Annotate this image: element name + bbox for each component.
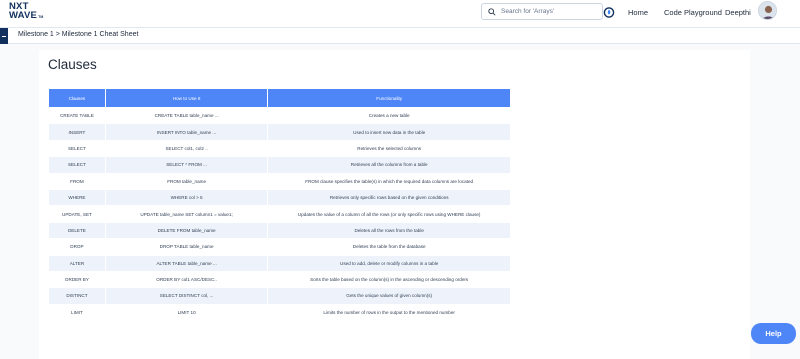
table-cell: WHERE col > 5 bbox=[105, 189, 268, 206]
streak-icon[interactable] bbox=[603, 6, 615, 18]
table-cell: DROP TABLE table_name bbox=[105, 239, 268, 255]
table-cell: DELETE bbox=[49, 222, 105, 239]
table-row: UPDATE, SET UPDATE table_name SET column1… bbox=[49, 206, 510, 222]
table-row: LIMIT LIMIT 10 Limits the number of rows i… bbox=[49, 304, 510, 321]
breadcrumb-bar: Milestone 1 > Milestone 1 Cheat Sheet bbox=[0, 28, 800, 44]
logo-tm: TM bbox=[38, 15, 44, 19]
table-row: DISTINCT SELECT DISTINCT col, ... Gets the… bbox=[49, 288, 510, 304]
section-title: Clauses bbox=[48, 57, 97, 72]
table-cell: INSERT INTO table_name ... bbox=[105, 124, 268, 140]
clauses-table: Clauses How to Use It Functionality CREA… bbox=[48, 88, 511, 321]
nav-code-playground-link[interactable]: Code Playground bbox=[664, 8, 722, 17]
table-cell: Deletes all the rows from the table bbox=[268, 222, 510, 239]
nav-home-link[interactable]: Home bbox=[628, 8, 648, 17]
table-cell: WHERE bbox=[49, 189, 105, 206]
search-icon bbox=[488, 7, 496, 16]
column-header-clauses: Clauses bbox=[49, 89, 105, 107]
avatar-icon bbox=[759, 2, 776, 19]
table-cell: Used to insert new data in the table bbox=[268, 124, 510, 140]
table-row: ALTER ALTER TABLE table_name ... Used to a… bbox=[49, 255, 510, 271]
table-cell: UPDATE, SET bbox=[49, 206, 105, 222]
table-row: ORDER BY ORDER BY col1 ASC/DESC.. Sorts th… bbox=[49, 271, 510, 288]
table-cell: INSERT bbox=[49, 124, 105, 140]
table-cell: SELECT * FROM ... bbox=[105, 157, 268, 173]
table-cell: SELECT bbox=[49, 157, 105, 173]
table-row: CREATE TABLE CREATE TABLE table_name ... C… bbox=[49, 108, 510, 124]
table-header-row: Clauses How to Use It Functionality bbox=[49, 89, 510, 107]
table-cell: DROP bbox=[49, 239, 105, 255]
column-header-how-to-use: How to Use It bbox=[105, 89, 268, 107]
table-cell: DISTINCT bbox=[49, 288, 105, 304]
search-box[interactable] bbox=[481, 3, 603, 20]
nav-user-name[interactable]: Deepthi bbox=[725, 8, 751, 17]
breadcrumb[interactable]: Milestone 1 > Milestone 1 Cheat Sheet bbox=[18, 31, 138, 38]
help-button[interactable]: Help bbox=[751, 323, 796, 344]
table-cell: SELECT bbox=[49, 140, 105, 157]
table-cell: Limits the number of rows in the output … bbox=[268, 304, 510, 321]
table-row: SELECT SELECT * FROM ... Retrieves all the… bbox=[49, 157, 510, 173]
table-cell: CREATE TABLE bbox=[49, 108, 105, 124]
table-cell: ALTER TABLE table_name ... bbox=[105, 255, 268, 271]
table-cell: SELECT DISTINCT col, ... bbox=[105, 288, 268, 304]
table-cell: Used to add, delete or modify columns in… bbox=[268, 255, 510, 271]
search-input[interactable] bbox=[501, 5, 596, 18]
table-cell: SELECT col1, col2 .. bbox=[105, 140, 268, 157]
table-row: DROP DROP TABLE table_name Deletes the tab… bbox=[49, 239, 510, 255]
table-cell: Gets the unique values of given column(s… bbox=[268, 288, 510, 304]
column-header-functionality: Functionality bbox=[268, 89, 510, 107]
table-cell: ORDER BY bbox=[49, 271, 105, 288]
table-row: SELECT SELECT col1, col2 .. Retrieves the … bbox=[49, 140, 510, 157]
logo-line-2: WAVE bbox=[9, 10, 38, 21]
table-cell: FROM table_name bbox=[105, 173, 268, 189]
table-cell: FROM bbox=[49, 173, 105, 189]
table-cell: DELETE FROM table_name bbox=[105, 222, 268, 239]
table-cell: LIMIT bbox=[49, 304, 105, 321]
table-row: INSERT INSERT INTO table_name ... Used to … bbox=[49, 124, 510, 140]
user-avatar[interactable] bbox=[758, 1, 777, 20]
back-arrow-icon[interactable] bbox=[0, 28, 8, 44]
top-navbar: NXT WAVETM Home Code Playground Deepthi bbox=[0, 0, 800, 28]
table-cell: Sorts the table based on the column(s) i… bbox=[268, 271, 510, 288]
table-cell: Retrieves the selected columns bbox=[268, 140, 510, 157]
table-cell: FROM clause specifies the table(s) in wh… bbox=[268, 173, 510, 189]
table-cell: LIMIT 10 bbox=[105, 304, 268, 321]
table-cell: UPDATE table_name SET column1 = value1; bbox=[105, 206, 268, 222]
table-row: FROM FROM table_name FROM clause specifies… bbox=[49, 173, 510, 189]
table-cell: Retrieves only specific rows based on th… bbox=[268, 189, 510, 206]
table-cell: Updates the value of a column of all the… bbox=[268, 206, 510, 222]
table-cell: CREATE TABLE table_name ... bbox=[105, 108, 268, 124]
nxtwave-logo[interactable]: NXT WAVETM bbox=[9, 2, 44, 22]
table-cell: Retrieves all the columns from a table bbox=[268, 157, 510, 173]
table-row: WHERE WHERE col > 5 Retrieves only specifi… bbox=[49, 189, 510, 206]
table-row: DELETE DELETE FROM table_name Deletes all … bbox=[49, 222, 510, 239]
table-cell: Creates a new table bbox=[268, 108, 510, 124]
table-cell: ALTER bbox=[49, 255, 105, 271]
table-cell: ORDER BY col1 ASC/DESC.. bbox=[105, 271, 268, 288]
table-cell: Deletes the table from the database bbox=[268, 239, 510, 255]
